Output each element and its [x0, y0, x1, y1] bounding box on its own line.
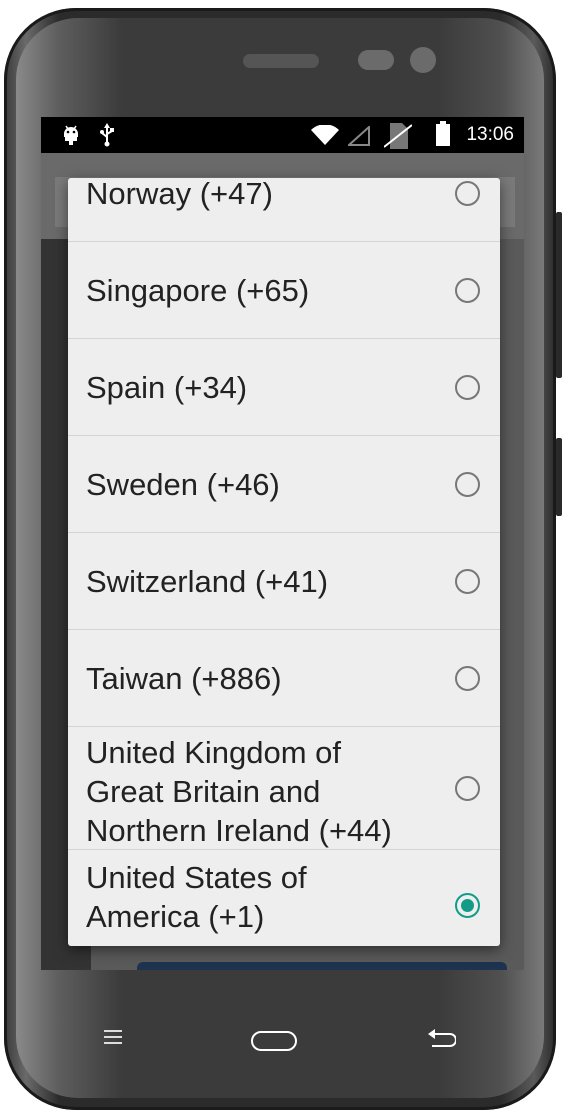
- wifi-icon: [311, 124, 339, 152]
- status-time: 13:06: [466, 124, 514, 145]
- earpiece-speaker: [243, 54, 319, 68]
- country-option-label: Norway (+47): [86, 178, 273, 211]
- background-button: [137, 962, 507, 970]
- battery-icon: [435, 121, 451, 154]
- country-option[interactable]: Spain (+34): [68, 339, 500, 436]
- volume-button: [556, 212, 562, 378]
- radio-unchecked-icon[interactable]: [455, 666, 480, 691]
- radio-checked-icon[interactable]: [455, 893, 480, 918]
- home-icon[interactable]: [251, 1031, 297, 1051]
- front-camera: [410, 47, 436, 73]
- no-sim-icon: [383, 121, 413, 158]
- country-option[interactable]: United Kingdom of Great Britain and Nort…: [68, 727, 500, 850]
- android-icon: [61, 123, 81, 152]
- country-code-dialog: Norway (+47) Singapore (+65) Spain (+34) Sw…: [68, 178, 500, 946]
- radio-unchecked-icon[interactable]: [455, 569, 480, 594]
- country-option[interactable]: Taiwan (+886): [68, 630, 500, 727]
- radio-unchecked-icon[interactable]: [455, 776, 480, 801]
- country-option[interactable]: Norway (+47): [68, 178, 500, 242]
- proximity-sensor: [358, 50, 394, 70]
- country-option-label: United Kingdom of Great Britain and Nort…: [86, 735, 392, 848]
- country-option-label: Taiwan (+886): [86, 661, 282, 696]
- status-bar: 13:06: [41, 117, 524, 153]
- country-option-label: Switzerland (+41): [86, 564, 329, 599]
- country-option[interactable]: Sweden (+46): [68, 436, 500, 533]
- radio-unchecked-icon[interactable]: [455, 181, 480, 206]
- country-option[interactable]: Singapore (+65): [68, 242, 500, 339]
- menu-icon[interactable]: [104, 1030, 122, 1050]
- country-option-label: Sweden (+46): [86, 467, 280, 502]
- power-button: [556, 438, 562, 516]
- cell-signal-icon: [346, 124, 370, 153]
- radio-unchecked-icon[interactable]: [455, 278, 480, 303]
- radio-unchecked-icon[interactable]: [455, 472, 480, 497]
- country-option[interactable]: United States of America (+1): [68, 850, 500, 946]
- country-option-label: Spain (+34): [86, 370, 248, 405]
- back-icon[interactable]: [426, 1028, 460, 1054]
- country-option[interactable]: Switzerland (+41): [68, 533, 500, 630]
- country-option-list[interactable]: Norway (+47) Singapore (+65) Spain (+34) Sw…: [68, 178, 500, 946]
- country-option-label: United States of America (+1): [86, 860, 307, 934]
- radio-unchecked-icon[interactable]: [455, 375, 480, 400]
- usb-icon: [99, 123, 115, 154]
- country-option-label: Singapore (+65): [86, 273, 310, 308]
